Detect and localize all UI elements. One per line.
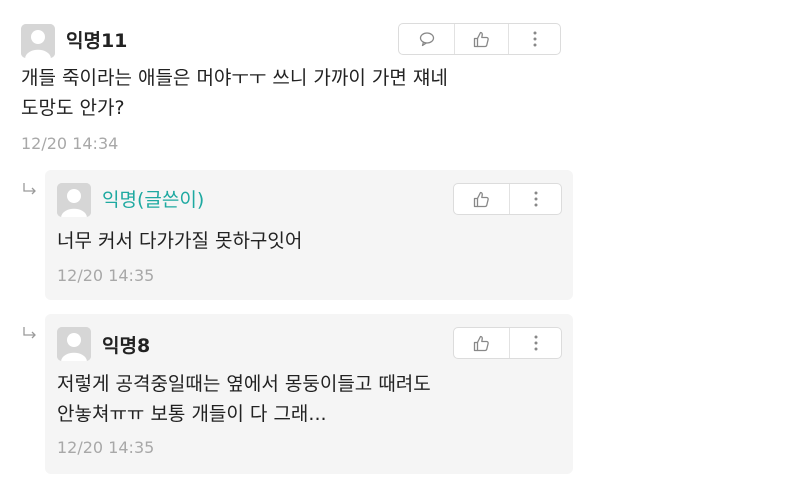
default-avatar-icon <box>21 24 55 58</box>
default-avatar-icon <box>57 327 91 361</box>
like-button[interactable] <box>454 328 509 358</box>
reply-author: 익명8 <box>102 335 151 357</box>
reply-author: 익명(글쓴이) <box>102 189 205 211</box>
reply-item: 익명8 저렇게 공격중일때는 옆에서 몽둥이들고 때려도 안놓쳐ㅠㅠ 보통 개들… <box>45 314 573 474</box>
comment-text: 개들 죽이라는 애들은 머야ㅜㅜ 쓰니 가까이 가면 쟤네 도망도 안가? <box>21 67 448 119</box>
more-vertical-icon <box>534 335 537 351</box>
reply-text: 너무 커서 다가가질 못하구잇어 <box>57 230 303 252</box>
thumbs-up-icon <box>473 31 489 47</box>
more-button[interactable] <box>509 328 561 358</box>
thumbs-up-icon <box>473 191 489 207</box>
reply-button[interactable] <box>399 24 454 54</box>
reply-text: 저렇게 공격중일때는 옆에서 몽둥이들고 때려도 안놓쳐ㅠㅠ 보통 개들이 다 … <box>57 373 431 425</box>
comment-author: 익명11 <box>66 30 128 52</box>
comment-item: 익명11 개들 죽이라는 애들은 머야ㅜㅜ 쓰니 가까이 가면 쟤네 도망도 안… <box>0 0 788 170</box>
more-button[interactable] <box>509 184 561 214</box>
reply-actions <box>453 327 562 359</box>
reply-arrow-icon <box>23 327 36 339</box>
more-vertical-icon <box>534 191 537 207</box>
avatar[interactable] <box>57 327 91 361</box>
reply-actions <box>453 183 562 215</box>
more-vertical-icon <box>533 31 536 47</box>
reply-time: 12/20 14:35 <box>57 266 155 285</box>
thumbs-up-icon <box>473 335 489 351</box>
avatar[interactable] <box>57 183 91 217</box>
more-button[interactable] <box>508 24 560 54</box>
reply-arrow-icon <box>23 183 36 195</box>
like-button[interactable] <box>454 24 508 54</box>
reply-item: 익명(글쓴이) 너무 커서 다가가질 못하구잇어 12/20 14:35 <box>45 170 573 300</box>
reply-time: 12/20 14:35 <box>57 438 155 457</box>
speech-bubble-icon <box>419 32 434 47</box>
comment-actions <box>398 23 561 55</box>
avatar[interactable] <box>21 24 55 58</box>
default-avatar-icon <box>57 183 91 217</box>
like-button[interactable] <box>454 184 509 214</box>
comment-time: 12/20 14:34 <box>21 134 119 153</box>
